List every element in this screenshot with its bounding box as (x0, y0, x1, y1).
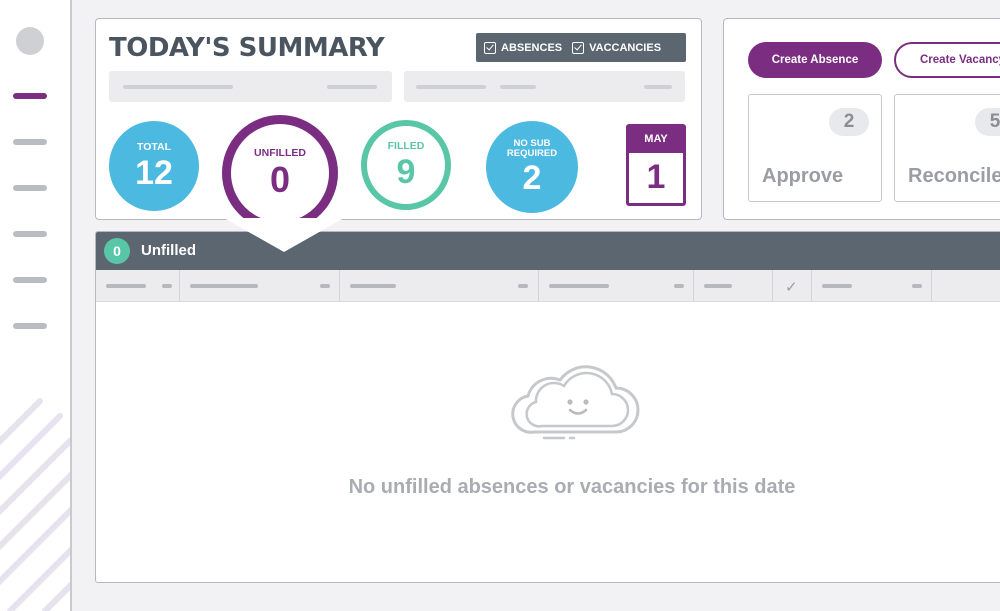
sidebar-item[interactable] (13, 139, 47, 145)
sidebar-item[interactable] (13, 231, 47, 237)
page-title: TODAY'S SUMMARY (109, 33, 385, 63)
sidebar (0, 0, 72, 611)
placeholder-field (109, 71, 392, 102)
task-label: Approve (762, 165, 844, 187)
unfilled-table-panel: 0 Unfilled ✓ No unfilled absences or vac… (95, 231, 1000, 583)
sidebar-item-active[interactable] (13, 93, 47, 99)
column-header-check[interactable]: ✓ (773, 270, 812, 302)
actions-card: Create Absence Create Vacancy 2 Approve … (723, 18, 1000, 220)
column-header[interactable] (812, 270, 932, 302)
table-title: Unfilled (141, 242, 196, 259)
column-header[interactable] (180, 270, 340, 302)
sidebar-item[interactable] (13, 323, 47, 329)
placeholder-field (404, 71, 685, 102)
stat-unfilled[interactable]: UNFILLED 0 (222, 115, 338, 231)
create-absence-button[interactable]: Create Absence (748, 42, 882, 78)
sidebar-item[interactable] (13, 277, 47, 283)
absences-filter[interactable]: ABSENCES (484, 41, 562, 54)
column-header[interactable] (694, 270, 773, 302)
task-label: Reconcile (908, 165, 1000, 187)
count-badge: 0 (104, 238, 130, 264)
column-header[interactable] (539, 270, 694, 302)
checkbox-icon[interactable] (484, 41, 496, 54)
stat-filled[interactable]: FILLED 9 (361, 120, 451, 210)
stat-total[interactable]: TOTAL 12 (109, 121, 199, 211)
column-header-row: ✓ (96, 270, 1000, 302)
date-picker-calendar[interactable]: MAY 1 (626, 124, 686, 206)
sidebar-decoration (0, 398, 70, 611)
check-icon: ✓ (785, 279, 798, 296)
selection-pointer (224, 218, 344, 252)
approve-tile[interactable]: 2 Approve (748, 94, 882, 202)
column-header[interactable] (340, 270, 539, 302)
filter-bar: ABSENCES VACCANCIES (476, 33, 686, 62)
vacancies-filter[interactable]: VACCANCIES (572, 41, 661, 54)
calendar-day: 1 (646, 158, 666, 196)
reconcile-tile[interactable]: 5 Reconcile (894, 94, 1000, 202)
task-count-badge: 5 (975, 108, 1000, 136)
task-count-badge: 2 (829, 108, 869, 136)
stat-no-sub-required[interactable]: NO SUB REQUIRED 2 (486, 121, 578, 213)
todays-summary-card: TODAY'S SUMMARY ABSENCES VACCANCIES TOTA… (95, 18, 702, 231)
checkbox-icon[interactable] (572, 41, 585, 54)
avatar[interactable] (16, 27, 44, 55)
calendar-month: MAY (629, 127, 683, 153)
smiling-cloud-icon (511, 365, 640, 440)
column-header[interactable] (96, 270, 180, 302)
create-vacancy-button[interactable]: Create Vacancy (894, 42, 1000, 78)
sidebar-item[interactable] (13, 185, 47, 191)
empty-state-message: No unfilled absences or vacancies for th… (348, 476, 796, 498)
